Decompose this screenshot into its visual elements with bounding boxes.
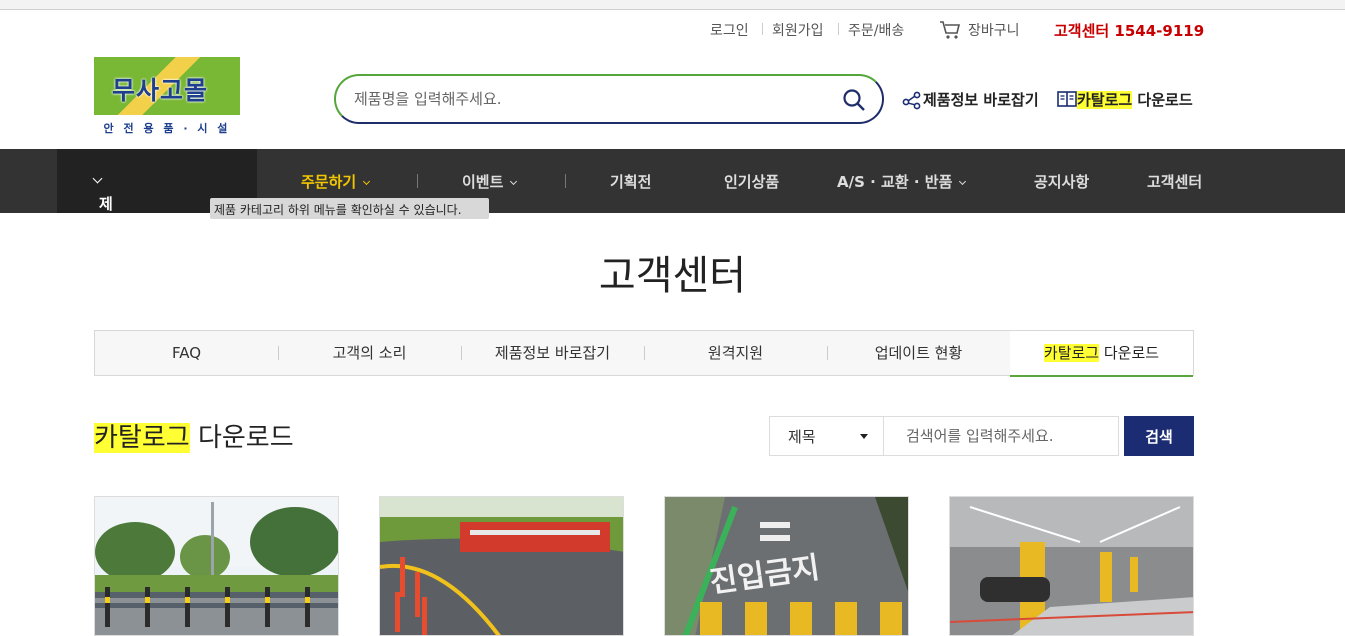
select-value: 제목: [788, 428, 816, 446]
parking-garage-image: [950, 497, 1193, 635]
section-title: 카탈로그 다운로드: [94, 417, 294, 454]
tab-updates[interactable]: 업데이트 현황: [827, 331, 1010, 375]
chevron-down-icon: [510, 177, 518, 186]
cart-link[interactable]: 장바구니: [968, 20, 1020, 40]
catalog-thumbnail-parking-garage[interactable]: [949, 496, 1194, 636]
section-title-rest: 다운로드: [189, 423, 294, 453]
divider: [762, 23, 763, 35]
catalog-link-rest: 다운로드: [1132, 91, 1193, 109]
guardrail-image: [95, 497, 338, 635]
tab-voice[interactable]: 고객의 소리: [278, 331, 461, 375]
search-icon[interactable]: [842, 88, 866, 112]
tab-catalog-download[interactable]: 카탈로그 다운로드: [1010, 331, 1193, 377]
nav-notice[interactable]: 공지사항: [1034, 171, 1089, 192]
orders-link[interactable]: 주문/배송: [848, 20, 904, 40]
tab-catalog-highlight: 카탈로그: [1043, 344, 1100, 362]
divider: [838, 23, 839, 35]
catalog-highlight: 카탈로그: [1077, 91, 1133, 109]
browser-top-strip: [0, 0, 1345, 10]
tab-catalog-rest: 다운로드: [1099, 344, 1160, 362]
tab-faq[interactable]: FAQ: [95, 331, 278, 375]
catalog-thumbnail-road-marking[interactable]: 진입금지: [664, 496, 909, 636]
divider: [417, 174, 418, 188]
nav-special[interactable]: 기획전: [610, 171, 651, 192]
category-menu-label: 제품 카테고리 열기: [78, 171, 113, 360]
chevron-down-icon: [92, 173, 103, 184]
tab-remote-support[interactable]: 원격지원: [644, 331, 827, 375]
catalog-download-link[interactable]: 카탈로그 다운로드: [1077, 89, 1193, 110]
road-marking-image: 진입금지: [665, 497, 908, 635]
barriers-image: [380, 497, 623, 635]
tab-product-info[interactable]: 제품정보 바로잡기: [461, 331, 644, 375]
logo-title: 무사고몰: [112, 76, 209, 105]
divider: [565, 174, 566, 188]
nav-order[interactable]: 주문하기: [301, 171, 371, 192]
cart-icon[interactable]: [939, 20, 961, 40]
cs-phone[interactable]: 고객센터 1544-9119: [1054, 20, 1204, 41]
caret-down-icon: [860, 434, 868, 439]
search-input[interactable]: [354, 88, 834, 110]
keyword-input[interactable]: [883, 416, 1119, 456]
catalog-book-icon[interactable]: [1057, 90, 1077, 108]
chevron-down-icon: [959, 177, 967, 186]
nav-popular[interactable]: 인기상품: [724, 171, 779, 192]
signup-link[interactable]: 회원가입: [772, 20, 824, 40]
search-button[interactable]: 검색: [1124, 416, 1194, 456]
tab-bar: FAQ 고객의 소리 제품정보 바로잡기 원격지원 업데이트 현황 카탈로그 다…: [94, 330, 1194, 377]
nav-as-exchange[interactable]: A/S · 교환 · 반품: [837, 171, 967, 192]
login-link[interactable]: 로그인: [710, 20, 749, 40]
share-nodes-icon[interactable]: [902, 90, 922, 110]
nav-customer-center[interactable]: 고객센터: [1147, 171, 1202, 192]
section-title-highlight: 카탈로그: [94, 423, 190, 453]
chevron-down-icon: [363, 177, 371, 186]
product-info-link[interactable]: 제품정보 바로잡기: [923, 89, 1039, 110]
logo-box: 무사고몰: [94, 57, 240, 115]
logo-subtitle: 안 전 용 품 · 시 설: [103, 122, 231, 135]
search-field-select[interactable]: 제목: [769, 416, 884, 456]
catalog-thumbnail-guardrail[interactable]: [94, 496, 339, 636]
search-box: [334, 74, 884, 124]
catalog-thumbnail-barriers[interactable]: [379, 496, 624, 636]
page-title: 고객센터: [598, 253, 747, 299]
tooltip: 제품 카테고리 하위 메뉴를 확인하실 수 있습니다.: [210, 198, 489, 219]
main-nav: 제품 카테고리 열기 주문하기 이벤트 기획전 인기상품 A/S · 교환 · …: [0, 149, 1345, 360]
nav-event[interactable]: 이벤트: [462, 171, 518, 192]
site-logo[interactable]: 무사고몰 안 전 용 품 · 시 설: [94, 57, 240, 137]
